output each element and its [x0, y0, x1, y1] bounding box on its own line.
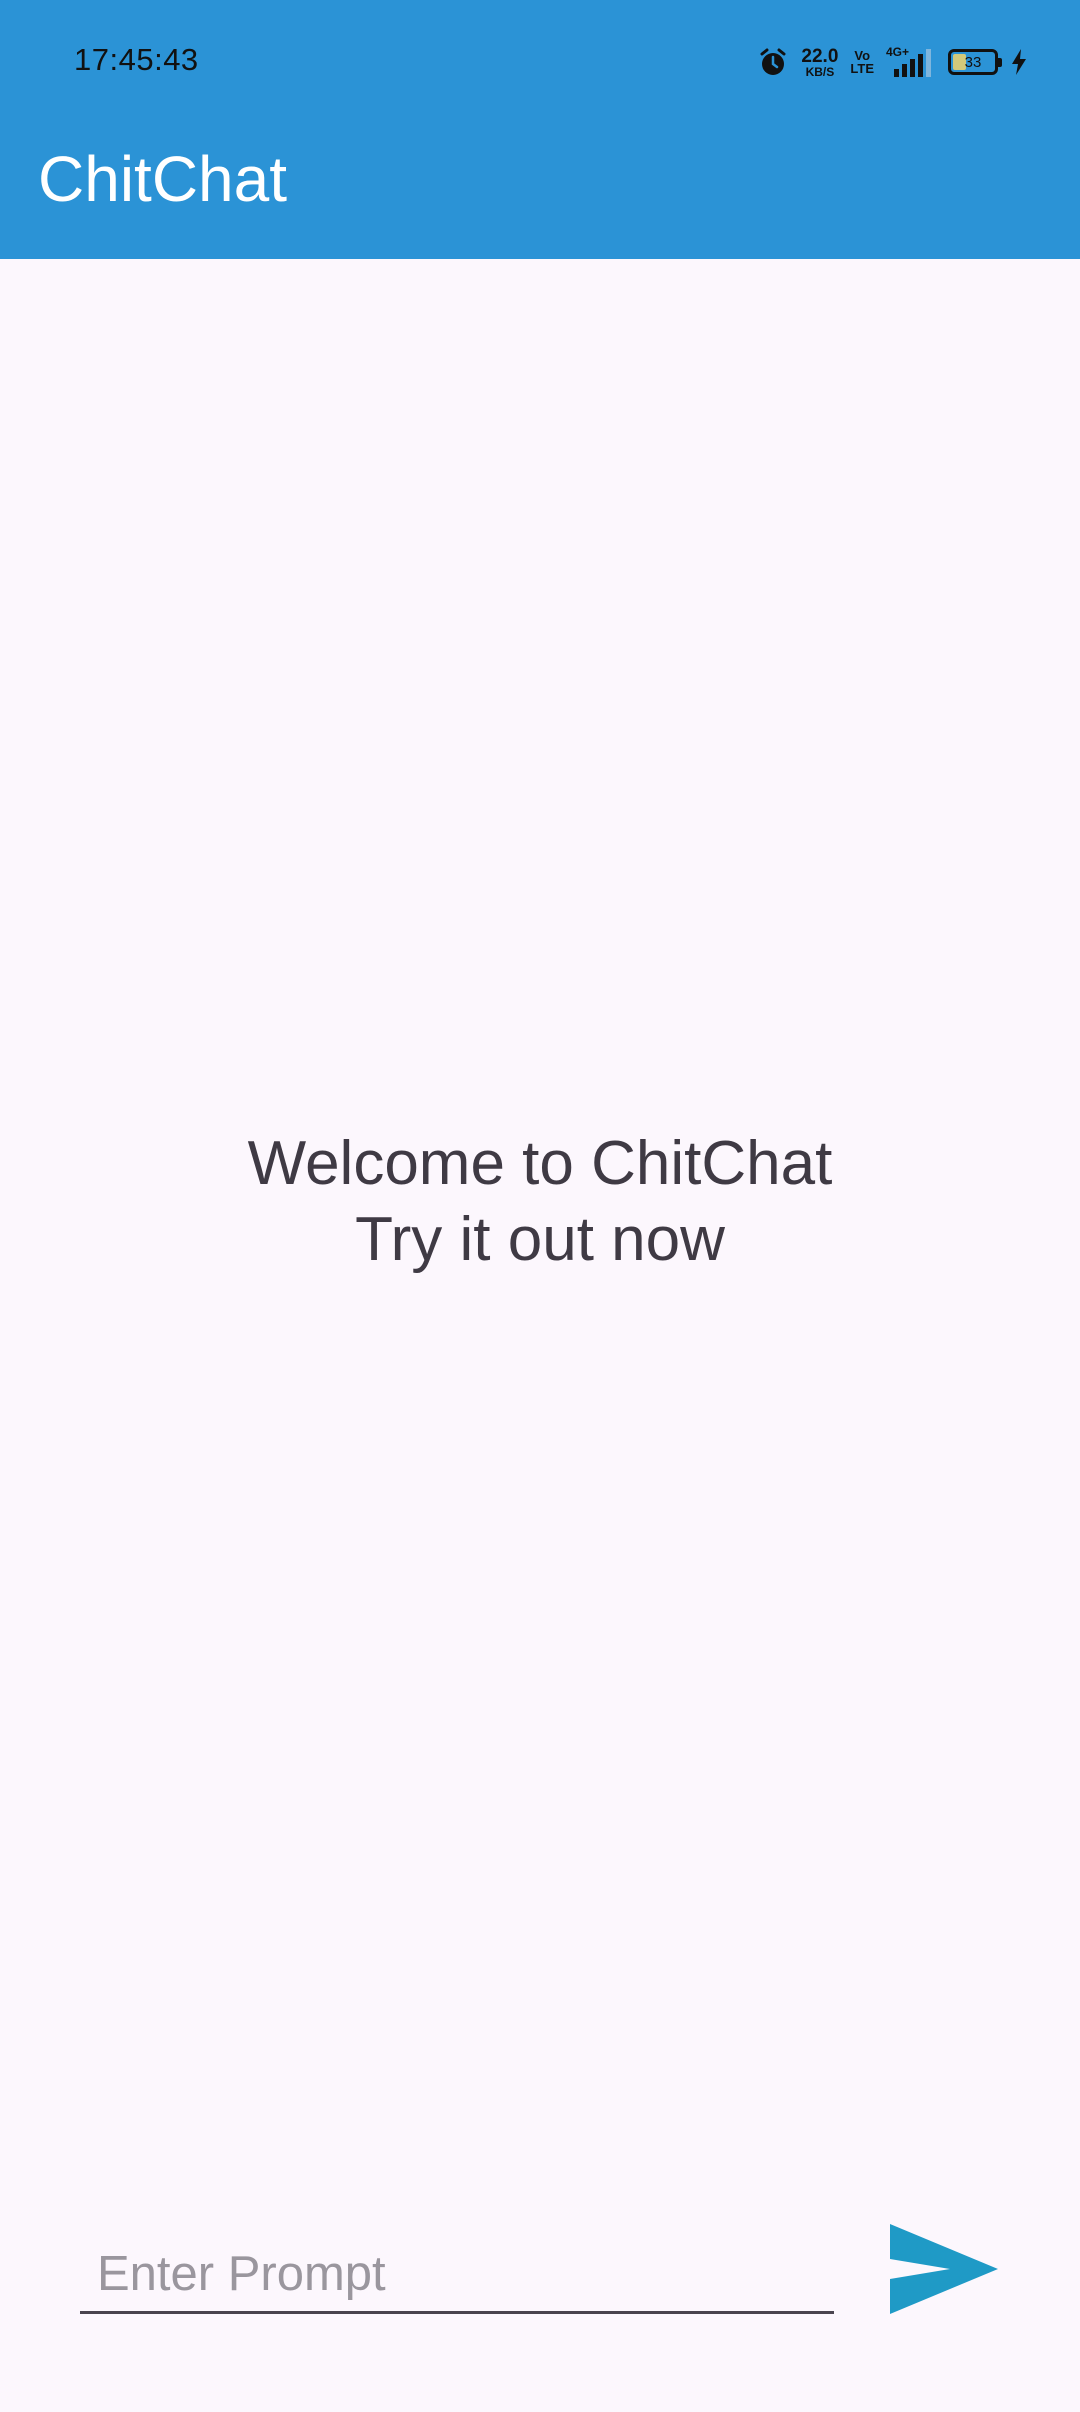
send-button[interactable]: [888, 2222, 1000, 2316]
charging-icon: [1010, 48, 1028, 76]
welcome-message: Welcome to ChitChat Try it out now: [0, 1126, 1080, 1278]
prompt-input[interactable]: [80, 2236, 834, 2311]
battery-cap: [998, 58, 1002, 67]
welcome-line-2: Try it out now: [355, 1205, 725, 1274]
network-type: 4G+: [886, 45, 909, 59]
status-bar: 17:45:43 22.0 KB/S Vo LTE 4G+ 33: [0, 0, 1080, 124]
battery-icon: 33: [948, 49, 1002, 75]
battery-fill: [953, 54, 966, 70]
send-icon: [890, 2224, 998, 2314]
prompt-input-container: [80, 2236, 834, 2314]
volte-bottom: LTE: [850, 61, 874, 76]
status-time: 17:45:43: [74, 42, 199, 77]
net-speed: 22.0 KB/S: [801, 47, 838, 78]
net-speed-value: 22.0: [801, 45, 839, 67]
net-speed-unit: KB/S: [805, 64, 835, 79]
app-title: ChitChat: [38, 143, 287, 215]
battery-level: 33: [964, 53, 982, 71]
app-bar: ChitChat: [0, 124, 1080, 259]
alarm-icon: [757, 46, 789, 78]
signal-icon: 4G+: [886, 45, 936, 79]
status-icons: 22.0 KB/S Vo LTE 4G+ 33: [757, 40, 1028, 84]
welcome-line-1: Welcome to ChitChat: [247, 1129, 833, 1198]
volte-icon: Vo LTE: [850, 49, 874, 75]
